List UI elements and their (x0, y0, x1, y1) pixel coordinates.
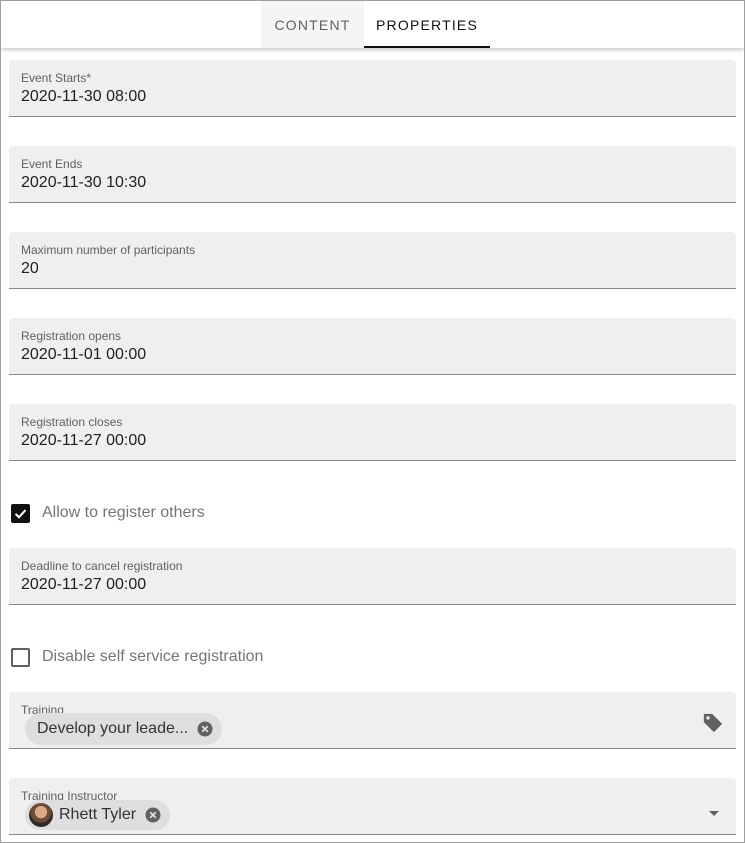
registration-opens-value[interactable]: 2020-11-01 00:00 (21, 346, 146, 364)
active-tab-indicator (364, 46, 490, 48)
checkbox-checked-icon[interactable] (11, 503, 30, 523)
training-chip[interactable]: Develop your leade... (25, 713, 223, 745)
chip-remove-icon[interactable] (144, 806, 162, 824)
instructor-chip-label: Rhett Tyler (59, 806, 137, 823)
event-ends-value[interactable]: 2020-11-30 10:30 (21, 174, 146, 192)
allow-register-others-label: Allow to register others (42, 504, 205, 521)
registration-opens-label: Registration opens (21, 329, 122, 343)
tab-properties[interactable]: PROPERTIES (364, 1, 490, 48)
tab-bar: CONTENT PROPERTIES (1, 1, 744, 48)
registration-opens-field[interactable]: Registration opens 2020-11-01 00:00 (9, 318, 736, 375)
allow-register-others-checkbox[interactable]: Allow to register others (11, 501, 205, 525)
tab-content[interactable]: CONTENT (261, 1, 364, 48)
tab-content-label: CONTENT (274, 16, 351, 33)
checkbox-unchecked-icon[interactable] (11, 647, 30, 667)
registration-closes-value[interactable]: 2020-11-27 00:00 (21, 432, 146, 450)
avatar (29, 803, 53, 827)
tab-properties-label: PROPERTIES (376, 16, 478, 33)
registration-closes-label: Registration closes (21, 415, 123, 429)
training-instructor-field[interactable]: Training Instructor Rhett Tyler (9, 778, 736, 835)
training-chip-label: Develop your leade... (37, 720, 189, 737)
disable-self-service-label: Disable self service registration (42, 648, 264, 665)
max-participants-field[interactable]: Maximum number of participants 20 (9, 232, 736, 289)
cancel-deadline-value[interactable]: 2020-11-27 00:00 (21, 576, 146, 594)
event-ends-field[interactable]: Event Ends 2020-11-30 10:30 (9, 146, 736, 203)
instructor-chip[interactable]: Rhett Tyler (25, 800, 171, 830)
dropdown-arrow-icon[interactable] (708, 804, 720, 822)
event-starts-field[interactable]: Event Starts* 2020-11-30 08:00 (9, 60, 736, 117)
disable-self-service-checkbox[interactable]: Disable self service registration (11, 645, 263, 669)
max-participants-label: Maximum number of participants (21, 243, 196, 257)
max-participants-value[interactable]: 20 (21, 260, 39, 278)
cancel-deadline-field[interactable]: Deadline to cancel registration 2020-11-… (9, 548, 736, 605)
event-starts-label: Event Starts* (21, 71, 92, 85)
event-starts-value[interactable]: 2020-11-30 08:00 (21, 88, 146, 106)
event-ends-label: Event Ends (21, 157, 83, 171)
chip-remove-icon[interactable] (196, 720, 214, 738)
tag-icon[interactable] (702, 712, 724, 739)
training-field[interactable]: Training Develop your leade... (9, 692, 736, 749)
cancel-deadline-label: Deadline to cancel registration (21, 559, 183, 573)
properties-panel: CONTENT PROPERTIES Event Starts* 2020-11… (0, 0, 745, 843)
registration-closes-field[interactable]: Registration closes 2020-11-27 00:00 (9, 404, 736, 461)
